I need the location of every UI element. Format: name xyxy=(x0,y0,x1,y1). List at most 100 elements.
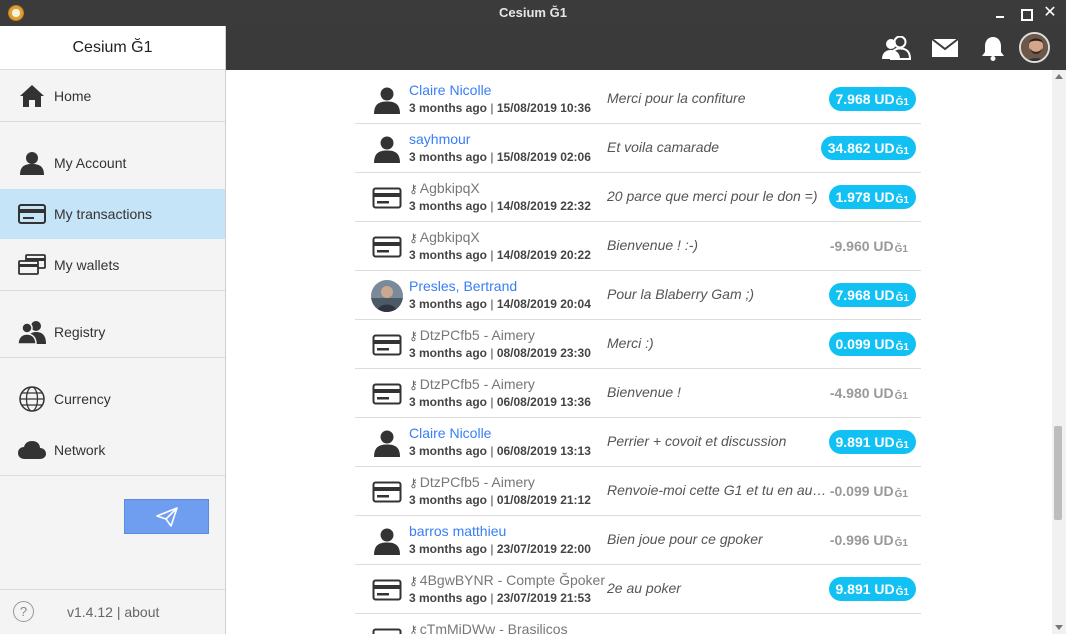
scrollbar[interactable] xyxy=(1052,70,1066,634)
transaction-row[interactable]: ⚷ AgbkipqX 3 months ago | 14/08/2019 22:32… xyxy=(355,173,921,222)
transaction-date: 3 months ago | 01/08/2019 21:12 xyxy=(409,493,591,507)
key-icon: ⚷ xyxy=(409,182,418,196)
relative-date: 3 months ago xyxy=(409,101,488,115)
transaction-comment: Bien joue pour ce gpoker xyxy=(607,531,763,547)
help-button[interactable]: ? xyxy=(13,601,34,622)
user-avatar[interactable] xyxy=(1019,32,1050,63)
divider xyxy=(0,121,225,122)
key-icon: ⚷ xyxy=(409,574,418,588)
sidebar-item-label: Network xyxy=(54,442,106,458)
relative-date: 3 months ago xyxy=(409,199,488,213)
home-icon xyxy=(18,83,46,109)
transaction-date: 3 months ago | 14/08/2019 22:32 xyxy=(409,199,591,213)
transaction-comment: Perrier + covoit et discussion xyxy=(607,433,787,449)
scroll-up-arrow-icon[interactable] xyxy=(1055,74,1063,79)
transaction-row[interactable]: ⚷ DtzPCfb5 - Aimery 3 months ago | 06/08/2… xyxy=(355,369,921,418)
transaction-row[interactable]: Presles, Bertrand 3 months ago | 14/08/20… xyxy=(355,271,921,320)
sidebar-item-label: My Account xyxy=(54,155,127,171)
relative-date: 3 months ago xyxy=(409,297,488,311)
notifications-bell-icon[interactable] xyxy=(978,34,1008,62)
close-button[interactable]: ✕ xyxy=(1041,4,1059,22)
amount-unit: Ğ1 xyxy=(894,243,908,255)
transaction-comment: Renvoie-moi cette G1 et tu en aura... xyxy=(607,482,829,498)
absolute-date: 14/08/2019 22:32 xyxy=(496,199,591,213)
relative-date: 3 months ago xyxy=(409,493,488,507)
transaction-comment: Pour la Blaberry Gam ;) xyxy=(607,286,755,302)
transaction-date: 3 months ago | 06/08/2019 13:13 xyxy=(409,444,591,458)
key-icon: ⚷ xyxy=(409,623,418,634)
identity-link[interactable]: Presles, Bertrand xyxy=(409,278,517,294)
date-separator: | xyxy=(487,199,497,213)
transaction-row[interactable]: ⚷ AgbkipqX 3 months ago | 14/08/2019 20:22… xyxy=(355,222,921,271)
amount-unit: Ğ1 xyxy=(895,341,909,353)
identity-link[interactable]: barros matthieu xyxy=(409,523,506,539)
absolute-date: 06/08/2019 13:36 xyxy=(496,395,591,409)
amount-number: 1.978 UD xyxy=(835,189,895,205)
transaction-comment: Merci :) xyxy=(607,335,654,351)
maximize-button[interactable] xyxy=(1016,4,1034,22)
sidebar-item-home[interactable]: Home xyxy=(0,71,225,121)
amount-unit: Ğ1 xyxy=(895,145,909,157)
date-separator: | xyxy=(487,591,497,605)
transaction-row[interactable]: ⚷ DtzPCfb5 - Aimery 3 months ago | 08/08/2… xyxy=(355,320,921,369)
relative-date: 3 months ago xyxy=(409,346,488,360)
sidebar-item-registry[interactable]: Registry xyxy=(0,307,225,357)
relative-date: 3 months ago xyxy=(409,542,488,556)
amount-number: 9.891 UD xyxy=(835,434,895,450)
scroll-down-arrow-icon[interactable] xyxy=(1055,625,1063,630)
amount-number: 7.968 UD xyxy=(835,91,895,107)
transaction-comment: Bienvenue ! :-) xyxy=(607,237,699,253)
transaction-row[interactable]: ⚷ DtzPCfb5 - Aimery 3 months ago | 01/08/2… xyxy=(355,467,921,516)
amount-value: -0.996 UD Ğ1 xyxy=(830,528,916,552)
amount-number: 0.099 UD xyxy=(835,336,895,352)
sidebar-item-network[interactable]: Network xyxy=(0,425,225,475)
transaction-comment: Merci pour la confiture xyxy=(607,90,746,106)
person-icon xyxy=(18,150,46,176)
transaction-row[interactable]: ⚷ cTmMiDWw - Brasilicos xyxy=(355,614,921,634)
key-icon: ⚷ xyxy=(409,231,418,245)
sidebar-item-currency[interactable]: Currency xyxy=(0,374,225,424)
transaction-comment: Bienvenue ! xyxy=(607,384,681,400)
relative-date: 3 months ago xyxy=(409,150,488,164)
transaction-list: Claire Nicolle 3 months ago | 15/08/2019 … xyxy=(355,75,921,634)
transaction-name: cTmMiDWw - Brasilicos xyxy=(419,621,568,634)
amount-number: 9.891 UD xyxy=(835,581,895,597)
send-money-button[interactable] xyxy=(124,499,209,534)
minimize-button[interactable] xyxy=(991,4,1009,22)
amount-badge: 7.968 UD Ğ1 xyxy=(828,87,916,111)
transaction-row[interactable]: Claire Nicolle 3 months ago | 15/08/2019 … xyxy=(355,75,921,124)
transaction-row[interactable]: barros matthieu 3 months ago | 23/07/2019… xyxy=(355,516,921,565)
registry-people-icon[interactable] xyxy=(881,34,911,62)
absolute-date: 14/08/2019 20:22 xyxy=(496,248,591,262)
relative-date: 3 months ago xyxy=(409,395,488,409)
absolute-date: 01/08/2019 21:12 xyxy=(496,493,591,507)
card-icon xyxy=(371,379,403,409)
sidebar-item-my-wallets[interactable]: My wallets xyxy=(0,240,225,290)
absolute-date: 23/07/2019 21:53 xyxy=(496,591,591,605)
transaction-date: 3 months ago | 14/08/2019 20:04 xyxy=(409,297,591,311)
identity-link[interactable]: sayhmour xyxy=(409,131,470,147)
version-about-link[interactable]: v1.4.12 | about xyxy=(67,604,159,620)
transaction-name: DtzPCfb5 - Aimery xyxy=(419,327,535,343)
card-icon xyxy=(371,624,403,634)
transaction-row[interactable]: Claire Nicolle 3 months ago | 06/08/2019 … xyxy=(355,418,921,467)
date-separator: | xyxy=(487,248,497,262)
identity-link[interactable]: Claire Nicolle xyxy=(409,82,491,98)
transaction-name: barros matthieu xyxy=(409,523,507,539)
identity-link[interactable]: Claire Nicolle xyxy=(409,425,491,441)
transaction-comment: Et voila camarade xyxy=(607,139,720,155)
absolute-date: 23/07/2019 22:00 xyxy=(496,542,591,556)
sidebar-item-label: Home xyxy=(54,88,92,104)
transaction-row[interactable]: sayhmour 3 months ago | 15/08/2019 02:06 E… xyxy=(355,124,921,173)
sidebar-item-label: Currency xyxy=(54,391,111,407)
messages-envelope-icon[interactable] xyxy=(930,34,960,62)
transaction-row[interactable]: ⚷ 4BgwBYNR - Compte Ğpoker 3 months ago | … xyxy=(355,565,921,614)
scrollbar-thumb[interactable] xyxy=(1054,426,1062,520)
key-icon: ⚷ xyxy=(409,378,418,392)
sidebar-item-my-transactions[interactable]: My transactions xyxy=(0,189,225,239)
date-separator: | xyxy=(487,444,497,458)
card-icon xyxy=(18,201,46,227)
amount-number: -9.960 UD xyxy=(829,238,894,254)
transaction-name: AgbkipqX xyxy=(419,229,480,245)
sidebar-item-my-account[interactable]: My Account xyxy=(0,138,225,188)
